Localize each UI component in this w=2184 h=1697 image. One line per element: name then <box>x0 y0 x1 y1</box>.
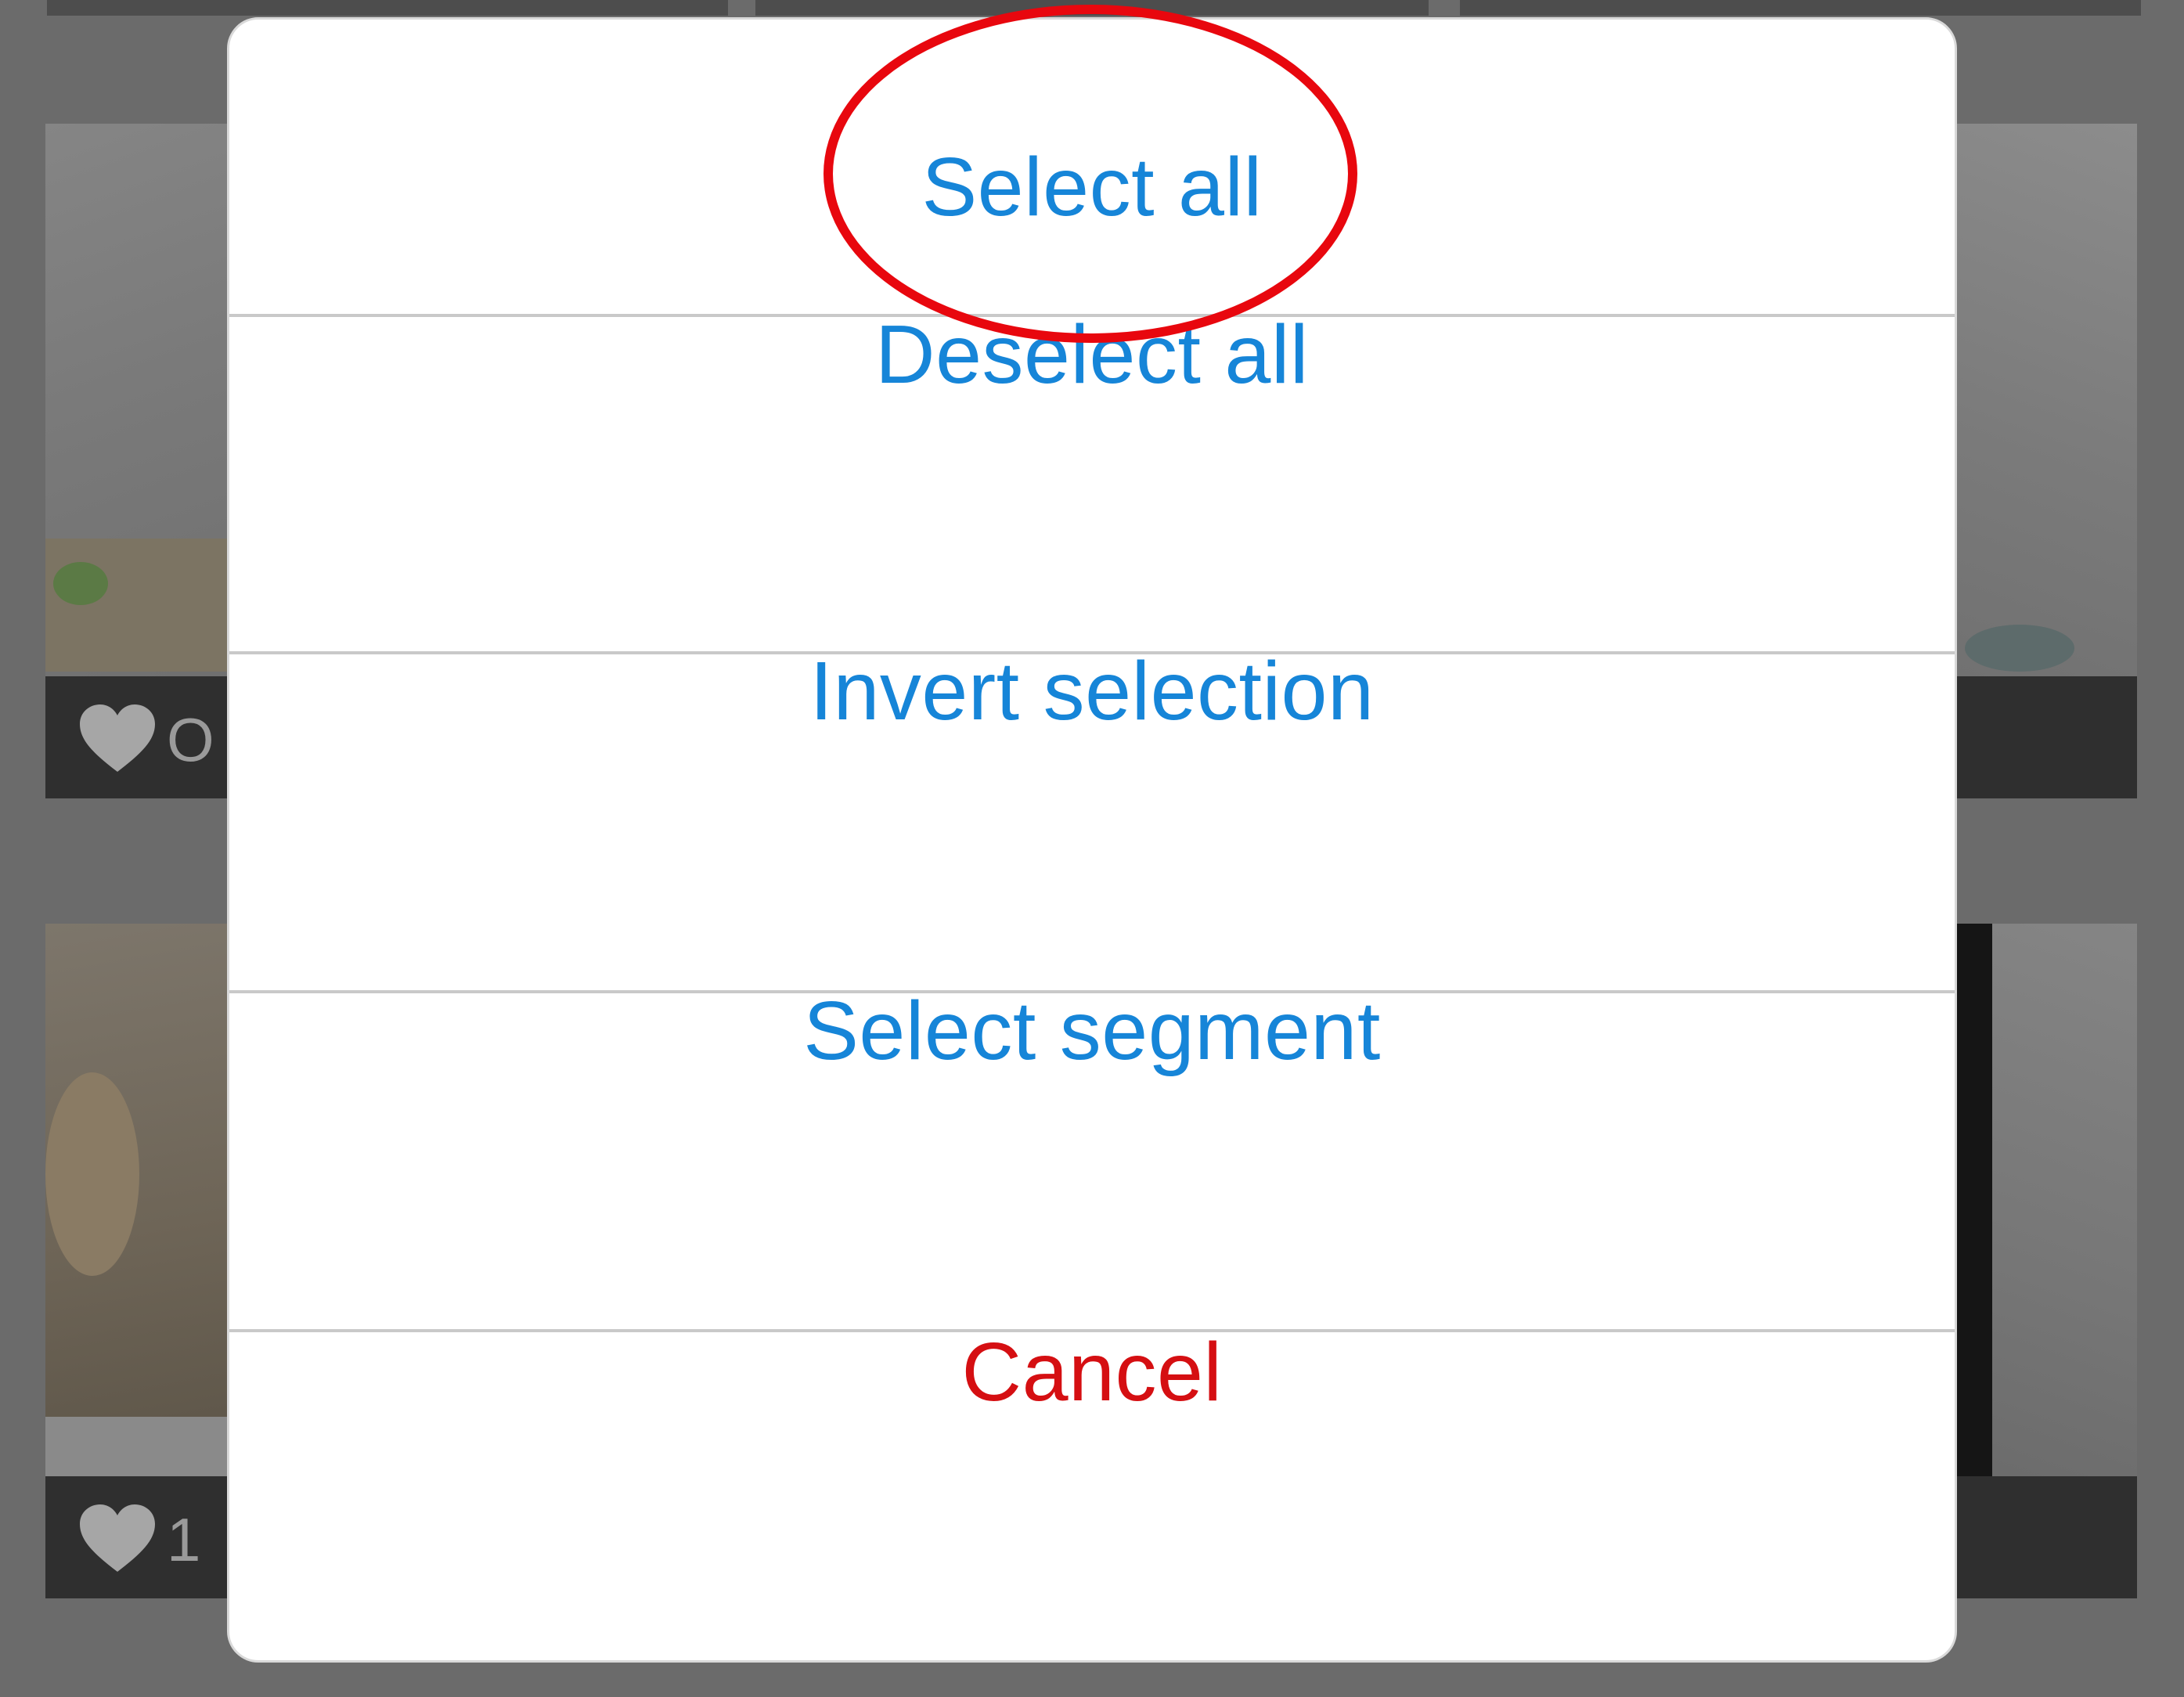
highlight-circle <box>824 5 1357 343</box>
like-count: O <box>167 705 214 774</box>
heart-icon[interactable] <box>78 1503 157 1573</box>
photo-detail <box>53 562 108 605</box>
select-segment-button[interactable]: Select segment <box>229 860 1955 1202</box>
photo-detail <box>1965 625 2074 672</box>
photo-detail <box>45 1072 139 1276</box>
grid-strip <box>47 0 728 16</box>
screen: O 1 Select all Deselect all Invert selec… <box>0 0 2184 1697</box>
grid-strip <box>1460 0 2141 16</box>
heart-icon[interactable] <box>78 703 157 773</box>
like-count: 1 <box>167 1505 201 1574</box>
invert-selection-button[interactable]: Invert selection <box>229 521 1955 862</box>
cancel-button[interactable]: Cancel <box>229 1202 1955 1543</box>
